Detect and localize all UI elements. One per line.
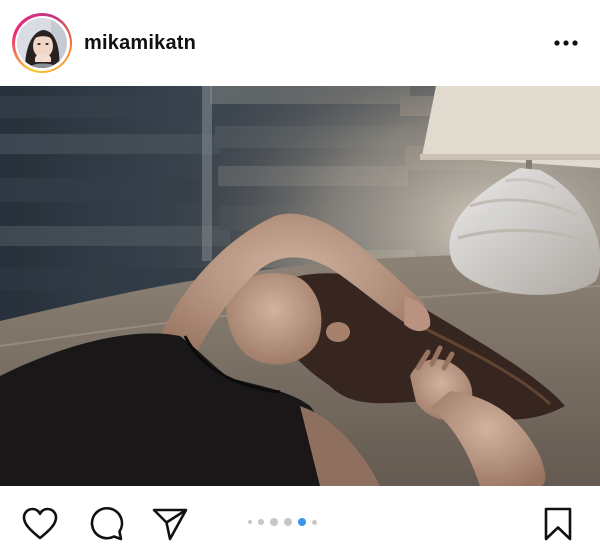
post-header: mikamikatn	[0, 0, 600, 86]
save-button[interactable]	[538, 504, 578, 544]
story-ring[interactable]	[12, 13, 72, 73]
share-button[interactable]	[150, 504, 190, 544]
post-action-bar	[0, 486, 600, 554]
carousel-dot	[284, 518, 292, 526]
carousel-dot	[312, 519, 317, 525]
more-options-button[interactable]	[544, 21, 588, 65]
post-photo[interactable]	[0, 86, 600, 486]
speech-bubble-icon	[90, 506, 124, 541]
more-horizontal-icon	[554, 40, 578, 46]
carousel-dot	[270, 518, 278, 526]
heart-icon	[22, 507, 58, 540]
carousel-dot-active	[298, 518, 306, 526]
carousel-dot	[248, 520, 252, 524]
photo-image	[0, 86, 600, 486]
comment-button[interactable]	[86, 504, 126, 544]
like-button[interactable]	[20, 504, 60, 544]
bookmark-icon	[544, 507, 572, 541]
avatar[interactable]	[17, 18, 67, 68]
username[interactable]: mikamikatn	[84, 32, 196, 55]
carousel-dot	[258, 519, 264, 525]
carousel-indicator	[248, 518, 317, 526]
paper-plane-icon	[152, 508, 188, 541]
